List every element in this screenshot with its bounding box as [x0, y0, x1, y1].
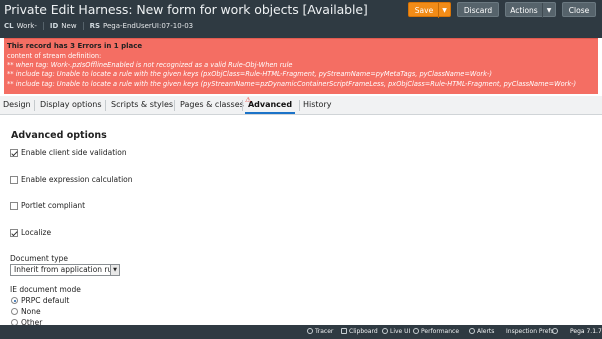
live-ui-icon: [382, 328, 388, 334]
live-ui-tool[interactable]: Live UI: [382, 325, 410, 339]
meta-divider: [82, 22, 84, 30]
tab-divider: [299, 100, 300, 111]
tab-history[interactable]: History: [303, 96, 331, 114]
tab-divider: [34, 100, 35, 111]
clipboard-icon: [341, 328, 347, 334]
close-button[interactable]: Close: [562, 2, 596, 17]
save-button[interactable]: Save ▼: [408, 2, 451, 18]
radio-label: PRPC default: [21, 296, 70, 305]
live-ui-label: Live UI: [390, 328, 411, 335]
ie-document-mode-label: IE document mode: [10, 285, 81, 294]
section-title: Advanced options: [11, 130, 107, 141]
rule-header: Private Edit Harness: New form for work …: [0, 0, 602, 38]
meta-divider: [42, 22, 44, 30]
tab-advanced[interactable]: ⚠ Advanced: [245, 96, 295, 114]
checkbox-label: Portlet compliant: [21, 201, 86, 210]
performance-tool[interactable]: Performance: [413, 325, 459, 339]
checkbox-label: Localize: [21, 228, 52, 237]
id-value: New: [61, 22, 77, 30]
radio-label: None: [21, 307, 41, 316]
inspection-prefs-tool[interactable]: Inspection Prefs: [506, 325, 554, 339]
performance-label: Performance: [421, 328, 460, 335]
rs-key: RS: [89, 22, 101, 30]
ie-mode-none-radio[interactable]: [11, 308, 18, 315]
localize-checkbox[interactable]: [10, 229, 18, 237]
id-key: ID: [49, 22, 59, 30]
tab-design[interactable]: Design: [3, 96, 31, 114]
warning-icon: ⚠: [245, 96, 252, 104]
advanced-panel: Advanced options Enable client side vali…: [4, 116, 598, 325]
tracer-icon: [307, 328, 313, 334]
alerts-tool[interactable]: Alerts: [469, 325, 494, 339]
class-value: Work-: [16, 22, 37, 30]
actions-menu-chevron-down-icon[interactable]: ▼: [542, 3, 555, 18]
checkbox-label: Enable client side validation: [21, 148, 127, 157]
expression-calculation-checkbox[interactable]: [10, 176, 18, 184]
inspection-prefs-label: Inspection Prefs: [506, 328, 554, 335]
save-menu-chevron-down-icon[interactable]: ▼: [438, 3, 450, 18]
actions-button-label: Actions: [510, 6, 538, 15]
rs-value: Pega-EndUserUI:07-10-03: [103, 22, 194, 30]
tab-divider: [242, 100, 243, 111]
error-heading: This record has 3 Errors in 1 place: [7, 42, 143, 50]
portlet-compliant-checkbox[interactable]: [10, 202, 18, 210]
page-title: Private Edit Harness: New form for work …: [4, 2, 368, 17]
tracer-tool[interactable]: Tracer: [307, 325, 333, 339]
developer-toolbar: Tracer Clipboard Live UI Performance Ale…: [0, 325, 602, 339]
clipboard-tool[interactable]: Clipboard: [341, 325, 378, 339]
rule-meta: CL Work- ID New RS Pega-EndUserUI:07-10-03: [4, 22, 193, 30]
gear-icon: [552, 328, 558, 334]
error-line: ** include tag: Unable to locate a rule …: [7, 70, 492, 78]
performance-icon: [413, 328, 419, 334]
settings-tool[interactable]: [552, 325, 560, 339]
tab-divider: [105, 100, 106, 111]
version-label: Pega 7.1.7: [570, 328, 602, 335]
document-type-select[interactable]: Inherit from application rule ▼: [10, 264, 120, 276]
class-key: CL: [4, 22, 14, 30]
discard-button[interactable]: Discard: [457, 2, 499, 17]
alerts-label: Alerts: [477, 328, 495, 335]
actions-button[interactable]: Actions ▼: [505, 2, 556, 18]
tracer-label: Tracer: [315, 328, 334, 335]
document-type-label: Document type: [10, 254, 68, 263]
clipboard-label: Clipboard: [349, 328, 378, 335]
error-banner: This record has 3 Errors in 1 place cont…: [4, 38, 598, 94]
radio-label: Other: [21, 318, 43, 325]
ie-mode-prpc-default-radio[interactable]: [11, 297, 18, 304]
rule-form-tabs: Design Display options Scripts & styles …: [0, 96, 602, 115]
tab-pages-classes[interactable]: Pages & classes: [180, 96, 244, 114]
error-line: ** include tag: Unable to locate a rule …: [7, 80, 577, 88]
checkbox-label: Enable expression calculation: [21, 175, 133, 184]
document-type-value: Inherit from application rule: [14, 265, 119, 274]
error-subheading: content of stream definition:: [7, 52, 102, 60]
error-line: ** when tag: Work-.pzIsOfflineEnabled is…: [7, 61, 293, 69]
alerts-icon: [469, 328, 475, 334]
chevron-down-icon[interactable]: ▼: [110, 265, 119, 275]
client-validation-checkbox[interactable]: [10, 149, 18, 157]
save-button-label: Save: [414, 6, 434, 15]
tab-display-options[interactable]: Display options: [40, 96, 102, 114]
tab-divider: [174, 100, 175, 111]
tab-scripts-styles[interactable]: Scripts & styles: [111, 96, 173, 114]
tab-advanced-label: Advanced: [247, 100, 293, 109]
